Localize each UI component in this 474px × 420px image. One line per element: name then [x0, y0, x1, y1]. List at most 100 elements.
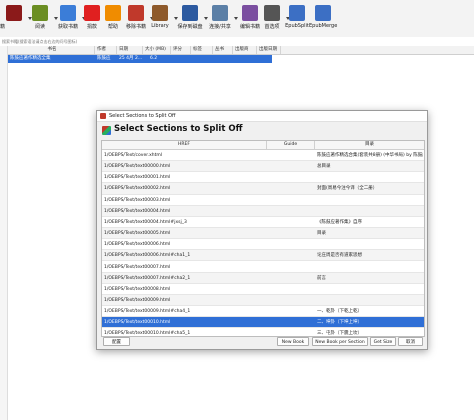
dialog-titlebar[interactable]: Select Sections to Split Off — [97, 111, 427, 122]
toolbar-button-label: 首选项 — [264, 24, 280, 30]
toolbar-button-label: EpubSplit — [285, 23, 309, 29]
section-href: 1/OEBPS/Text/text00009.html#cha4_1 — [104, 309, 191, 315]
book-row-selected[interactable]: 陈鼓应著作精选全集 陈鼓应 25 4月 2... 6.2 — [8, 55, 272, 63]
section-guide — [269, 295, 313, 306]
section-toc — [317, 284, 423, 295]
column-header-href[interactable]: HREF — [102, 141, 267, 149]
toolbar-button-7[interactable]: 保存到磁盘 — [176, 5, 208, 35]
section-href: 1/OEBPS/Text/text00010.html — [104, 320, 171, 326]
cancel-button[interactable]: 取消 — [398, 337, 423, 346]
section-row[interactable]: 1/OEBPS/Text/text00009.html — [102, 294, 424, 307]
section-toc — [317, 206, 423, 217]
section-toc — [317, 195, 423, 206]
save-to-disk-icon — [182, 5, 198, 21]
section-row[interactable]: 1/OEBPS/Text/text00004.html — [102, 205, 424, 217]
donate-heart-icon — [84, 5, 100, 21]
column-header-rating[interactable]: 评分 — [171, 46, 191, 54]
section-row[interactable]: 1/OEBPS/Text/text00004.html#jxsj_3 《陈鼓应著作… — [102, 217, 424, 229]
section-row[interactable]: 1/OEBPS/Text/text00008.html — [102, 284, 424, 295]
book-date: 25 4月 2... — [119, 56, 143, 61]
search-input[interactable] — [1, 38, 272, 45]
toolbar-button-10[interactable]: 首选项 — [258, 5, 290, 35]
section-row[interactable]: 1/OEBPS/Text/text00007.html#cha2_1 前言 — [102, 272, 424, 284]
new-book-per-section-button[interactable]: New Book per Section — [312, 337, 368, 346]
column-header-title[interactable]: 书名 — [8, 46, 95, 54]
section-row[interactable]: 1/OEBPS/Text/text00003.html — [102, 195, 424, 206]
section-href: 1/OEBPS/Text/text00007.html#cha2_1 — [104, 275, 191, 281]
column-header-series[interactable]: 丛书 — [213, 46, 233, 54]
section-guide — [269, 172, 313, 183]
column-header-size[interactable]: 大小 (MB) — [143, 46, 171, 54]
column-header-pubdate[interactable]: 出版日期 — [257, 46, 281, 54]
section-href: 1/OEBPS/Text/text00004.html#jxsj_3 — [104, 219, 187, 225]
fetch-news-icon — [60, 5, 76, 21]
book-title: 陈鼓应著作精选全集 — [10, 56, 51, 61]
section-guide — [269, 228, 313, 239]
split-sections-dialog: Select Sections to Split Off Select Sect… — [96, 110, 428, 350]
section-toc: 陈鼓应著作精选合集(套装共8册) (中华书局) by 陈鼓应 — [317, 153, 423, 158]
section-guide — [269, 161, 313, 172]
section-toc — [317, 172, 423, 183]
section-row[interactable]: 1/OEBPS/Text/text00006.html#cha1_1 论庄周是否有… — [102, 250, 424, 262]
section-toc: 封面(周易今注今译（全二册） — [317, 186, 378, 192]
toolbar-button-1[interactable]: 阅读 — [26, 5, 58, 35]
section-href: 1/OEBPS/Text/text00006.html — [104, 242, 171, 248]
section-row[interactable]: 1/OEBPS/Text/text00009.html#cha4_1 一、乾卦（下… — [102, 306, 424, 318]
section-row[interactable]: 1/OEBPS/Text/text00010.html 二、坤卦（下坤上坤） — [102, 317, 424, 329]
add-books-icon — [6, 5, 22, 21]
toolbar-button-8[interactable]: 连接/共享 — [206, 5, 238, 35]
configure-button[interactable]: 配置 — [103, 337, 130, 346]
section-guide — [269, 239, 313, 250]
section-href: 1/OEBPS/Text/text00004.html — [104, 208, 171, 214]
section-row[interactable]: 1/OEBPS/Text/text00000.html 总目录 — [102, 161, 424, 173]
section-row[interactable]: 1/OEBPS/Text/text00006.html — [102, 239, 424, 251]
toolbar-button-label: 连接/共享 — [209, 24, 231, 30]
section-row[interactable]: 1/OEBPS/Text/cover.xhtml 陈鼓应著作精选合集(套装共8册)… — [102, 150, 424, 162]
connect-share-icon — [212, 5, 228, 21]
section-toc: 二、坤卦（下坤上坤） — [317, 320, 362, 326]
section-row[interactable]: 1/OEBPS/Text/text00010.html#cha5_1 三、屯卦（下… — [102, 328, 424, 337]
section-row[interactable]: 1/OEBPS/Text/text00007.html — [102, 262, 424, 273]
main-toolbar: 加书籍阅读获取书籍捐款帮助移除书籍Library保存到磁盘连接/共享编辑书籍首选… — [0, 0, 474, 38]
view-book-icon — [32, 5, 48, 21]
column-header-guide[interactable]: Guide — [267, 141, 315, 149]
preferences-icon — [264, 5, 280, 21]
section-guide — [269, 328, 313, 336]
section-toc: 论庄周是否有道家思想 — [317, 253, 362, 259]
toolbar-button-12[interactable]: EpubMerge — [309, 5, 337, 35]
section-guide — [269, 317, 313, 328]
dialog-heading: Select Sections to Split Off — [114, 124, 243, 134]
new-book-button[interactable]: New Book — [277, 337, 309, 346]
section-toc — [317, 262, 423, 273]
get-size-button[interactable]: Get Size — [370, 337, 396, 346]
section-toc: 总目录 — [317, 164, 331, 170]
toolbar-button-label: 阅读 — [34, 24, 45, 30]
section-toc: 《陈鼓应著作集》自序 — [317, 219, 362, 225]
column-header-toc[interactable]: 目录 — [315, 141, 424, 149]
calibre-app-icon — [100, 113, 106, 119]
column-header-tags[interactable]: 标签 — [191, 46, 213, 54]
column-header-author[interactable]: 作者 — [95, 46, 117, 54]
column-header-date[interactable]: 日期 — [117, 46, 143, 54]
section-href: 1/OEBPS/Text/text00002.html — [104, 186, 171, 192]
help-icon — [105, 5, 121, 21]
toolbar-button-label: 加书籍 — [0, 24, 6, 30]
section-href: 1/OEBPS/Text/text00001.html — [104, 175, 171, 181]
section-href: 1/OEBPS/Text/text00003.html — [104, 197, 171, 203]
library-icon — [152, 5, 168, 21]
section-href: 1/OEBPS/Text/text00010.html#cha5_1 — [104, 331, 191, 337]
toolbar-button-11[interactable]: EpubSplit — [283, 5, 311, 35]
section-toc: 三、屯卦（下震上坎） — [317, 331, 362, 337]
section-row[interactable]: 1/OEBPS/Text/text00002.html 封面(周易今注今译（全二册… — [102, 183, 424, 195]
section-toc: 一、乾卦（下乾上乾） — [317, 309, 362, 315]
toolbar-button-0[interactable]: 加书籍 — [0, 5, 32, 35]
section-href: 1/OEBPS/Text/text00005.html — [104, 231, 171, 237]
book-author: 陈鼓应 — [97, 56, 111, 61]
toolbar-button-6[interactable]: Library — [146, 5, 178, 35]
section-row[interactable]: 1/OEBPS/Text/text00001.html — [102, 172, 424, 184]
toolbar-button-label: EpubMerge — [309, 23, 338, 29]
section-row[interactable]: 1/OEBPS/Text/text00005.html 目录 — [102, 228, 424, 240]
column-header-publisher[interactable]: 出版商 — [233, 46, 257, 54]
section-guide — [269, 195, 313, 206]
toolbar-button-label: Library — [151, 23, 169, 29]
